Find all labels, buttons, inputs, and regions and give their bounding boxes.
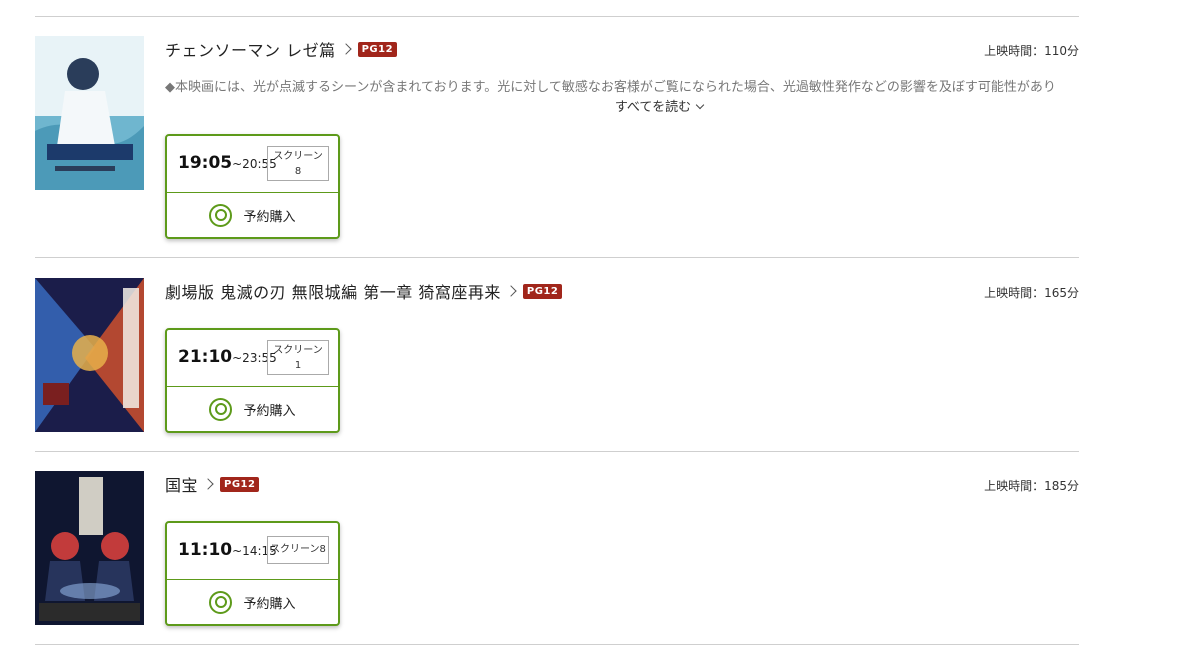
screen-number: 1	[294, 359, 302, 371]
divider	[35, 451, 1079, 452]
screen-number: 8	[294, 165, 302, 177]
movie-item: 劇場版 鬼滅の刃 無限城編 第一章 猗窩座再来 PG12 上映時間：165分 2…	[35, 278, 1079, 438]
showtime-card[interactable]: 11:10~14:15 スクリーン8 予約購入	[165, 521, 340, 626]
showtime-time: 19:05~20:55	[178, 153, 277, 173]
availability-circle-icon	[209, 397, 233, 421]
buy-ticket-label[interactable]: 予約購入	[243, 593, 295, 612]
screen-badge: スクリーン 8	[267, 146, 329, 181]
read-more-link[interactable]: すべてを読む	[35, 96, 1200, 115]
movie-item: 国宝 PG12 上映時間：185分 11:10~14:15 スクリーン8 予約購…	[35, 471, 1079, 631]
chevron-down-icon	[695, 100, 705, 110]
buy-ticket-label[interactable]: 予約購入	[243, 400, 295, 419]
divider	[35, 257, 1079, 258]
divider	[35, 644, 1079, 645]
movie-title-link[interactable]: 国宝 PG12	[165, 471, 260, 497]
movie-poster[interactable]	[35, 278, 144, 432]
availability-circle-icon	[209, 590, 233, 614]
screen-label: スクリーン8	[270, 544, 326, 555]
showtime-info: 19:05~20:55 スクリーン 8	[167, 136, 338, 193]
buy-ticket-label[interactable]: 予約購入	[243, 206, 295, 225]
screen-badge: スクリーン8	[267, 536, 329, 564]
availability-circle-icon	[209, 203, 233, 227]
showtime-info: 11:10~14:15 スクリーン8	[167, 523, 338, 580]
read-more-label[interactable]: すべてを読む	[615, 100, 691, 115]
screen-badge: スクリーン 1	[267, 340, 329, 375]
runtime-label: 上映時間：110分	[984, 44, 1079, 58]
movie-title[interactable]: 劇場版 鬼滅の刃 無限城編 第一章 猗窩座再来	[165, 279, 501, 303]
start-time: 11:10	[178, 540, 233, 560]
start-time: 19:05	[178, 153, 233, 173]
showtime-info: 21:10~23:55 スクリーン 1	[167, 330, 338, 387]
rating-badge: PG12	[522, 283, 563, 299]
showtime-card[interactable]: 19:05~20:55 スクリーン 8 予約購入	[165, 134, 340, 239]
screen-label: スクリーン	[273, 150, 323, 162]
movie-item: チェンソーマン レゼ篇 PG12 上映時間：110分 ◆本映画には、光が点滅する…	[35, 36, 1079, 246]
chevron-right-icon	[505, 285, 517, 297]
movie-title[interactable]: チェンソーマン レゼ篇	[165, 37, 336, 61]
divider	[35, 16, 1079, 17]
movie-notice: ◆本映画には、光が点滅するシーンが含まれております。光に対して敏感なお客様がご覧…	[165, 80, 1056, 95]
chevron-right-icon	[202, 478, 214, 490]
runtime-label: 上映時間：165分	[984, 286, 1079, 300]
runtime-label: 上映時間：185分	[984, 479, 1079, 493]
start-time: 21:10	[178, 347, 233, 367]
buy-ticket-button[interactable]: 予約購入	[167, 193, 338, 237]
rating-badge: PG12	[220, 476, 260, 492]
screen-label: スクリーン	[273, 344, 323, 356]
rating-badge: PG12	[357, 41, 398, 57]
chevron-right-icon	[339, 43, 352, 55]
movie-title-link[interactable]: チェンソーマン レゼ篇 PG12	[165, 36, 398, 62]
showtime-time: 11:10~14:15	[178, 540, 277, 560]
buy-ticket-button[interactable]: 予約購入	[167, 387, 338, 431]
showtime-time: 21:10~23:55	[178, 347, 277, 367]
movie-title-link[interactable]: 劇場版 鬼滅の刃 無限城編 第一章 猗窩座再来 PG12	[165, 278, 563, 304]
movie-poster[interactable]	[35, 471, 144, 625]
showtime-card[interactable]: 21:10~23:55 スクリーン 1 予約購入	[165, 328, 340, 433]
buy-ticket-button[interactable]: 予約購入	[167, 580, 338, 624]
movie-title[interactable]: 国宝	[165, 472, 198, 496]
